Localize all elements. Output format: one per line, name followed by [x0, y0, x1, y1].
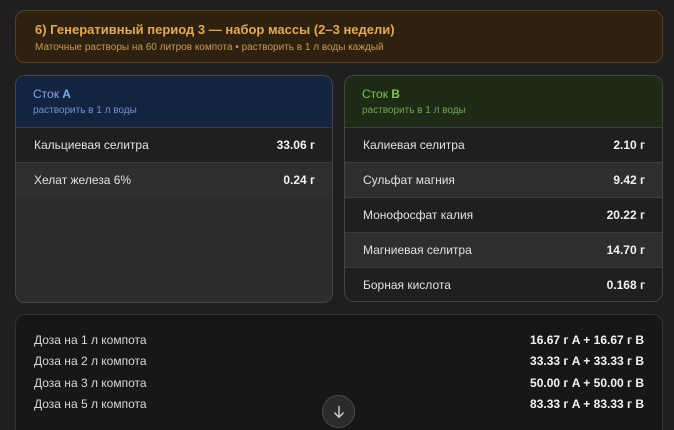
- stock-item-value: 9.42 г: [613, 173, 645, 187]
- stock-a-title: Сток A: [33, 87, 315, 102]
- stock-item-value: 0.168 г: [606, 278, 645, 292]
- dose-row: Доза на 2 л компота 33.33 г A + 33.33 г …: [34, 351, 644, 373]
- stock-item-name: Сульфат магния: [363, 173, 455, 187]
- stock-a-row: Хелат железа 6% 0.24 г: [16, 162, 332, 197]
- stock-item-name: Борная кислота: [363, 278, 451, 292]
- period-title: 6) Генеративный период 3 — набор массы (…: [35, 22, 395, 37]
- stock-b-row: Калиевая селитра 2.10 г: [345, 127, 662, 162]
- dose-label: Доза на 5 л компота: [34, 397, 147, 412]
- stock-b-note: растворить в 1 л воды: [362, 105, 466, 116]
- period-banner: 6) Генеративный период 3 — набор массы (…: [15, 10, 663, 63]
- stock-b-row: Магниевая селитра 14.70 г: [345, 232, 662, 267]
- stock-b-title-prefix: Сток: [362, 87, 392, 101]
- stock-b-card: Сток B растворить в 1 л воды Калиевая се…: [344, 75, 663, 302]
- stock-b-row: Монофосфат калия 20.22 г: [345, 197, 662, 232]
- dose-value: 16.67 г A + 16.67 г B: [530, 332, 644, 347]
- period-subtitle: Маточные растворы на 60 литров компота •…: [35, 42, 384, 53]
- arrow-down-icon: [333, 405, 344, 418]
- stock-a-row: Кальциевая селитра 33.06 г: [16, 127, 332, 162]
- stock-item-value: 0.24 г: [283, 173, 315, 187]
- dose-label: Доза на 3 л компота: [34, 375, 147, 390]
- stock-item-value: 20.22 г: [606, 208, 645, 222]
- stock-a-title-letter: A: [62, 87, 71, 101]
- stock-item-value: 2.10 г: [613, 138, 645, 152]
- stock-b-title: Сток B: [362, 87, 645, 102]
- stock-b-row: Сульфат магния 9.42 г: [345, 162, 662, 197]
- stock-b-header: Сток B растворить в 1 л воды: [345, 76, 662, 127]
- stock-item-name: Кальциевая селитра: [34, 138, 149, 152]
- dose-row: Доза на 3 л компота 50.00 г A + 50.00 г …: [34, 372, 644, 394]
- dose-value: 83.33 г A + 83.33 г B: [530, 397, 644, 412]
- stock-item-value: 33.06 г: [276, 138, 315, 152]
- scroll-down-button[interactable]: [322, 395, 355, 428]
- stock-a-title-prefix: Сток: [33, 87, 63, 101]
- dose-label: Доза на 2 л компота: [34, 354, 147, 369]
- stock-b-row: Борная кислота 0.168 г: [345, 267, 662, 301]
- stock-item-name: Хелат железа 6%: [34, 173, 132, 187]
- dose-row: Доза на 1 л компота 16.67 г A + 16.67 г …: [34, 329, 644, 351]
- stock-item-name: Монофосфат калия: [363, 208, 474, 222]
- stock-b-title-letter: B: [391, 87, 400, 101]
- stock-item-name: Магниевая селитра: [363, 243, 472, 257]
- dose-value: 50.00 г A + 50.00 г B: [530, 375, 644, 390]
- dose-label: Доза на 1 л компота: [34, 332, 147, 347]
- stock-item-name: Калиевая селитра: [363, 138, 465, 152]
- stock-item-value: 14.70 г: [606, 243, 645, 257]
- stock-a-header: Сток A растворить в 1 л воды: [16, 76, 332, 127]
- stock-a-card: Сток A растворить в 1 л воды Кальциевая …: [15, 75, 333, 303]
- dose-value: 33.33 г A + 33.33 г B: [530, 354, 644, 369]
- stock-a-note: растворить в 1 л воды: [33, 105, 137, 116]
